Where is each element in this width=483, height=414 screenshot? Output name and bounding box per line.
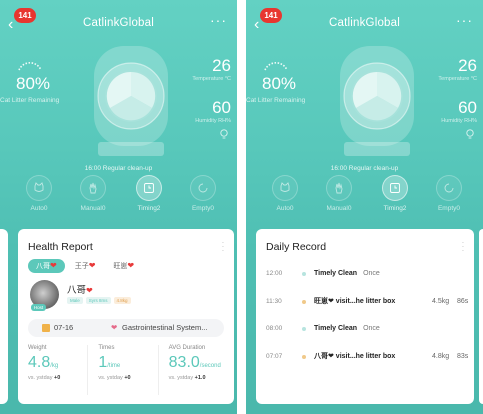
app-header: ‹ 141 CatlinkGlobal ··· — [246, 0, 483, 44]
record-row[interactable]: 07:07 八哥❤ visit...he litter box 4.8kg 83… — [266, 350, 468, 364]
humidity-label: Humidity RH% — [441, 118, 477, 124]
humidity-value: 60 — [458, 98, 477, 117]
mode-manual-label: Manual0 — [326, 205, 352, 212]
pet-sex-tag: Male — [67, 297, 83, 304]
pet-tags: Male Syrs 8ms 4.8kg — [67, 297, 134, 304]
timeline-dot — [302, 327, 306, 331]
alert-date: 07-16 — [54, 323, 74, 332]
mode-empty-button[interactable]: Empty0 — [183, 175, 223, 212]
timeline-dot — [302, 355, 306, 359]
mode-auto-button[interactable]: Auto0 — [19, 175, 59, 212]
litter-label: Cat Litter Remaining — [246, 97, 306, 104]
record-row[interactable]: 11:30 旺崽❤ visit...he litter box 4.5kg 86… — [266, 295, 468, 309]
daily-record-card: Daily Record · · · 12:00 Timely Clean Once … — [256, 229, 474, 404]
health-metrics: Weight 4.8/kg vs. ystday +0 Times 1/time… — [28, 345, 228, 395]
mode-timing-label: Timing2 — [383, 205, 407, 212]
empty-icon — [198, 183, 208, 193]
cat-icon — [280, 182, 290, 192]
record-row[interactable]: 12:00 Timely Clean Once — [266, 267, 468, 281]
temperature-label: Temperature °C — [438, 76, 477, 82]
metric-times: Times 1/time vs. ystday +0 — [87, 345, 157, 395]
mode-manual-button[interactable]: Manual0 — [73, 175, 113, 212]
phone-screen-daily: ‹ 141 CatlinkGlobal ··· 80% Cat Litter R… — [246, 0, 483, 414]
pet-tab-bage[interactable]: 八哥❤ — [28, 259, 65, 273]
heart-icon: ❤ — [50, 261, 57, 270]
mode-timing-label: Timing2 — [137, 205, 161, 212]
owner-tag: Host — [31, 304, 46, 311]
mode-bar: Auto0 Manual0 Timing2 Empty0 — [0, 175, 237, 219]
heart-icon: ❤ — [86, 286, 93, 295]
hand-icon — [89, 182, 97, 194]
pet-age-tag: Syrs 8ms — [85, 297, 111, 304]
app-title: CatlinkGlobal — [329, 17, 400, 29]
light-bulb-icon[interactable] — [465, 128, 475, 140]
kebab-menu-icon[interactable]: · · · — [221, 239, 225, 255]
cat-icon — [34, 182, 44, 192]
litter-robot-image — [94, 46, 168, 156]
timer-icon — [390, 183, 400, 193]
mode-timing-button[interactable]: Timing2 — [129, 175, 169, 212]
clean-schedule-text: 16:00 Regular clean-up — [330, 165, 399, 172]
litter-percentage: 80% — [16, 74, 51, 93]
mode-auto-button[interactable]: Auto0 — [265, 175, 305, 212]
mode-empty-button[interactable]: Empty0 — [429, 175, 469, 212]
daily-record-title: Daily Record — [266, 241, 327, 253]
heart-icon: ❤ — [111, 323, 118, 332]
previous-card-peek[interactable] — [0, 229, 8, 404]
more-dots-icon[interactable]: ··· — [210, 12, 227, 28]
mode-auto-label: Auto0 — [276, 205, 294, 212]
health-alert-bar[interactable]: 07-16 ❤ Gastrointestinal System... — [28, 319, 224, 337]
mode-empty-label: Empty0 — [191, 205, 215, 212]
phone-screen-health: ‹ 141 CatlinkGlobal ··· 80% Cat Litter R… — [0, 0, 237, 414]
temperature-label: Temperature °C — [192, 76, 231, 82]
clean-schedule-text: 16:00 Regular clean-up — [84, 165, 153, 172]
app-header: ‹ 141 CatlinkGlobal ··· — [0, 0, 237, 44]
alert-text: Gastrointestinal System... — [122, 323, 208, 332]
light-bulb-icon[interactable] — [219, 128, 229, 140]
timeline-dot — [302, 300, 306, 304]
mode-timing-button[interactable]: Timing2 — [375, 175, 415, 212]
pet-tabs: 八哥❤ 王子❤ 旺崽❤ — [28, 259, 144, 273]
humidity-label: Humidity RH% — [195, 118, 231, 124]
metric-avg-duration: AVG Duration 83.0/second vs. ystday +1.0 — [157, 345, 228, 395]
litter-label: Cat Litter Remaining — [0, 97, 60, 104]
temperature-value: 26 — [458, 56, 477, 75]
kebab-menu-icon[interactable]: · · · — [461, 239, 465, 255]
hand-icon — [335, 182, 343, 194]
mode-manual-button[interactable]: Manual0 — [319, 175, 359, 212]
empty-icon — [444, 183, 454, 193]
litter-robot-image — [340, 46, 414, 156]
calendar-icon — [42, 324, 50, 332]
timer-icon — [144, 183, 154, 193]
metric-weight: Weight 4.8/kg vs. ystday +0 — [28, 345, 61, 381]
mode-auto-label: Auto0 — [30, 205, 48, 212]
humidity-value: 60 — [212, 98, 231, 117]
pet-name: 八哥❤ — [67, 285, 93, 296]
litter-percentage: 80% — [262, 74, 297, 93]
mode-bar: Auto0 Manual0 Timing2 Empty0 — [246, 175, 483, 219]
heart-icon: ❤ — [127, 261, 135, 270]
mode-empty-label: Empty0 — [437, 205, 461, 212]
pet-tab-wangzai[interactable]: 旺崽❤ — [105, 259, 142, 273]
pet-tab-wangzi[interactable]: 王子❤ — [67, 259, 104, 273]
pet-weight-tag: 4.8kg — [113, 297, 131, 304]
health-report-title: Health Report — [28, 241, 93, 253]
heart-icon: ❤ — [88, 261, 96, 270]
mode-manual-label: Manual0 — [80, 205, 106, 212]
record-row[interactable]: 08:00 Timely Clean Once — [266, 322, 468, 336]
next-card-peek[interactable] — [479, 229, 483, 404]
litter-gauge-icon — [18, 62, 42, 71]
litter-gauge-icon — [264, 62, 288, 71]
more-dots-icon[interactable]: ··· — [456, 12, 473, 28]
health-report-card: Health Report · · · 八哥❤ 王子❤ 旺崽❤ Host 八哥❤ M… — [18, 229, 234, 404]
timeline-dot — [302, 272, 306, 276]
app-title: CatlinkGlobal — [83, 17, 154, 29]
temperature-value: 26 — [212, 56, 231, 75]
